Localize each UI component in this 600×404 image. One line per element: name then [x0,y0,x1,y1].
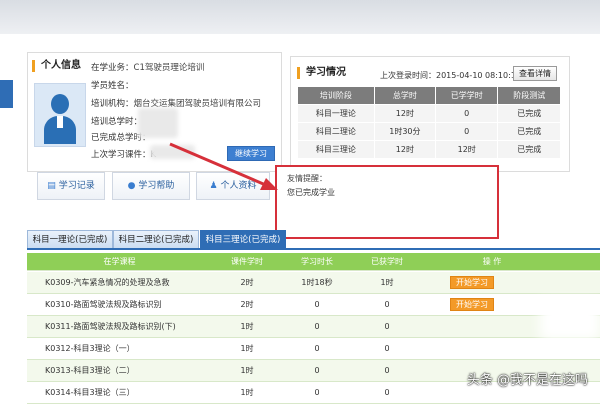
table-row: 科目一理论 12时 0 已完成 [297,104,561,123]
table-row: K0312-科目3理论（一） 1时 0 0 [27,338,600,360]
notice-title: 友情提醒： [287,174,327,183]
quick-link-profile[interactable]: ♟ 个人资料 [196,172,270,200]
person-icon: ♟ [209,181,218,191]
redacted-info [150,145,195,159]
business-value: C1驾驶员理论培训 [133,63,205,73]
notice-box: 友情提醒： 您已完成学业 [275,165,499,239]
view-details-button[interactable]: 查看详情 [513,66,557,81]
total-hours-line: 培训总学时： [91,117,143,127]
start-learning-button[interactable]: 开始学习 [450,298,494,311]
business-line: 在学业务：C1驾驶员理论培训 [91,63,205,73]
study-table: 培训阶段 总学时 已学学时 阶段测试 科目一理论 12时 0 已完成 科目二理论 1时30分 0… [297,86,561,159]
tab-subject-three[interactable]: 科目三理论(已完成) [200,230,286,250]
continue-learning-button[interactable]: 继续学习 [227,146,275,161]
tab-underline [27,248,600,250]
tab-subject-two[interactable]: 科目二理论(已完成) [113,230,199,250]
study-table-header: 培训阶段 总学时 已学学时 阶段测试 [297,86,561,105]
record-icon: ▤ [47,181,56,191]
notice-message: 您已完成学业 [287,188,335,197]
last-course-line: 上次学习课件：K [91,150,157,160]
watermark: 头条 @我不是在这吗 [466,373,588,388]
lightbulb-icon: ● [127,181,136,191]
quick-link-help[interactable]: ● 学习帮助 [112,172,190,200]
personal-info-title: 个人信息 [32,60,81,72]
table-row: 科目三理论 12时 12时 已完成 [297,140,561,159]
study-title: 学习情况 [297,67,346,79]
last-login: 上次登录时间：2015-04-10 08:10:11 [380,71,521,80]
table-row: K0310-路面驾驶法规及路标识别 2时 0 0 开始学习 [27,294,600,316]
tab-subject-one[interactable]: 科目一理论(已完成) [27,230,113,250]
course-table-header: 在学课程 课件学时 学习时长 已获学时 操 作 [27,253,600,271]
screen-glare [540,300,600,340]
avatar [34,83,86,147]
browser-top-band [0,0,600,34]
quick-link-record[interactable]: ▤ 学习记录 [37,172,105,200]
table-row: K0311-路面驾驶法规及路标识别(下) 1时 0 0 [27,316,600,338]
start-learning-button[interactable]: 开始学习 [450,276,494,289]
student-name-line: 学员姓名： [91,81,134,91]
redacted-info [138,108,178,138]
left-nav-strip[interactable] [0,80,13,108]
table-row: K0309-汽车紧急情况的处理及急救 2时 1时18秒 1时 开始学习 [27,272,600,294]
table-row: 科目二理论 1时30分 0 已完成 [297,122,561,141]
